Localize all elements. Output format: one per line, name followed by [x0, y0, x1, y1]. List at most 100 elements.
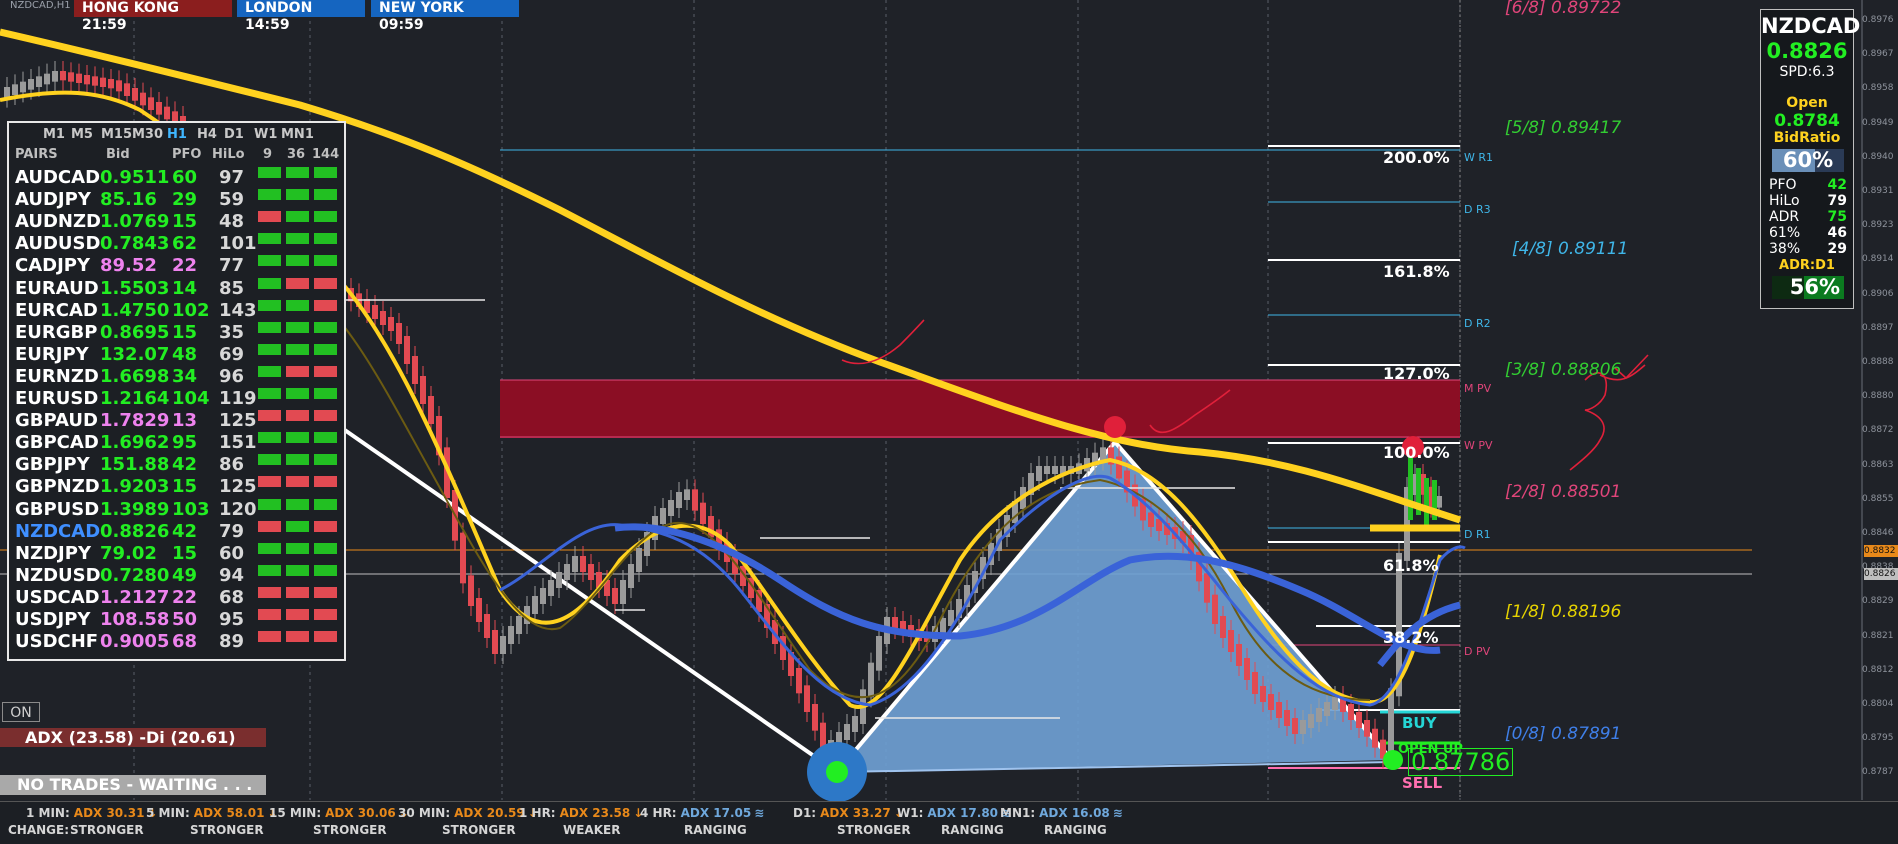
- symbol-title: NZDCAD,H1: [10, 0, 71, 11]
- timeframe-d1[interactable]: D1: [224, 127, 244, 142]
- adx-trend-icon: ≋: [754, 806, 765, 820]
- timeframe-m5[interactable]: M5: [71, 127, 93, 142]
- pair-bid: 0.7280: [100, 564, 170, 586]
- pair-row[interactable]: EURGBP 0.8695 15 35: [9, 321, 344, 344]
- adx-timeframe-item: 5 MIN: ADX 58.01 ↓: [146, 806, 277, 820]
- price-axis-label: 0.8829: [1862, 596, 1894, 607]
- pair-hilo: 125: [219, 476, 257, 498]
- pair-row[interactable]: AUDUSD 0.7843 62 101: [9, 233, 344, 255]
- pair-row[interactable]: AUDNZD 1.0769 15 48: [9, 211, 344, 233]
- info-open-value: 0.8784: [1774, 111, 1840, 131]
- pair-hilo: 89: [219, 631, 245, 653]
- price-axis-label: 0.8855: [1862, 493, 1894, 504]
- pair-row[interactable]: EURNZD 1.6698 34 96: [9, 365, 344, 388]
- price-axis-label: 0.8940: [1862, 151, 1894, 162]
- pair-row[interactable]: GBPAUD 1.7829 13 125: [9, 410, 344, 432]
- trend-bar: [314, 520, 337, 532]
- pivot-label: D PV: [1464, 645, 1491, 658]
- adx-change: STRONGER: [837, 823, 911, 837]
- fib-level: 200.0%: [1383, 148, 1450, 167]
- trend-bar: [314, 388, 337, 399]
- price-marker: 0.8826: [1864, 568, 1898, 580]
- trend-bar: [258, 299, 281, 311]
- pair-pfo: 95: [172, 432, 198, 454]
- pair-bid: 1.6698: [100, 365, 170, 387]
- trend-bar: [314, 189, 337, 201]
- timeframe-h1[interactable]: H1: [167, 127, 187, 142]
- pair-hilo: 59: [219, 189, 245, 211]
- pair-row[interactable]: EURCAD 1.4750 102 143: [9, 299, 344, 322]
- murray-level: [4/8] 0.89111: [1512, 239, 1629, 259]
- pair-bid: 0.9005: [100, 631, 170, 653]
- on-toggle-button[interactable]: ON: [2, 702, 40, 722]
- info-stat-row: HiLo 79: [1769, 193, 1847, 209]
- adx-tf-label: 1 MIN:: [26, 806, 70, 820]
- clock-2: NEW YORK 09:59: [371, 0, 519, 33]
- header-2: PFO: [172, 147, 202, 162]
- price-axis-label: 0.8812: [1862, 664, 1894, 675]
- pair-row[interactable]: NZDUSD 0.7280 49 94: [9, 564, 344, 587]
- info-bidratio-label: BidRatio: [1773, 130, 1841, 146]
- fib-level: 100.0%: [1383, 443, 1450, 462]
- pair-name: AUDJPY: [15, 189, 91, 211]
- timeframe-m15[interactable]: M15: [101, 127, 132, 142]
- info-spread: SPD:6.3: [1779, 64, 1835, 80]
- entry-price-label: 0.87786: [1408, 748, 1514, 776]
- pair-name: GBPJPY: [15, 454, 90, 476]
- pair-row[interactable]: GBPNZD 1.9203 15 125: [9, 476, 344, 498]
- pair-row[interactable]: NZDCAD 0.8826 42 79: [9, 520, 344, 543]
- trend-bar: [258, 454, 281, 466]
- pair-name: EURAUD: [15, 277, 99, 299]
- pair-row[interactable]: GBPJPY 151.88 42 86: [9, 454, 344, 476]
- trend-bar: [258, 255, 281, 267]
- murray-level: [0/8] 0.87891: [1505, 724, 1622, 744]
- trend-bar: [286, 365, 309, 377]
- pair-row[interactable]: EURJPY 132.07 48 69: [9, 343, 344, 366]
- pair-name: AUDNZD: [15, 211, 101, 233]
- info-stat-label: ADR: [1769, 209, 1800, 225]
- pair-bid: 0.8826: [100, 520, 170, 542]
- clock-0: HONG KONG 21:59: [74, 0, 232, 33]
- trend-bar: [286, 211, 309, 223]
- trend-bar: [314, 167, 337, 178]
- trend-bar: [314, 564, 337, 576]
- pair-row[interactable]: CADJPY 89.52 22 77: [9, 255, 344, 277]
- pair-pfo: 60: [172, 167, 198, 188]
- pair-pfo: 22: [172, 255, 198, 277]
- pair-name: CADJPY: [15, 255, 91, 277]
- pair-row[interactable]: EURAUD 1.5503 14 85: [9, 277, 344, 300]
- trend-bar: [314, 321, 337, 333]
- timeframe-mn1[interactable]: MN1: [281, 127, 314, 142]
- bidratio-gauge: 60%: [1772, 149, 1844, 172]
- pair-row[interactable]: NZDJPY 79.02 15 60: [9, 542, 344, 565]
- pair-name: NZDUSD: [15, 564, 101, 586]
- pair-row[interactable]: GBPCAD 1.6962 95 151: [9, 432, 344, 454]
- trend-bar: [258, 277, 281, 289]
- murray-level: [5/8] 0.89417: [1505, 118, 1622, 138]
- pair-row[interactable]: AUDJPY 85.16 29 59: [9, 189, 344, 211]
- pair-row[interactable]: EURUSD 1.2164 104 119: [9, 388, 344, 410]
- timeframe-h4[interactable]: H4: [197, 127, 217, 142]
- adx-value: ADX 33.27: [820, 806, 891, 820]
- pair-row[interactable]: USDJPY 108.58 50 95: [9, 609, 344, 631]
- price-axis-label: 0.8923: [1862, 220, 1894, 231]
- timeframe-w1[interactable]: W1: [254, 127, 277, 142]
- pair-name: AUDCAD: [15, 167, 101, 188]
- info-open-label: Open: [1786, 95, 1828, 111]
- header-3: HiLo: [212, 147, 245, 162]
- trend-bar: [286, 520, 309, 532]
- adx-change: WEAKER: [563, 823, 621, 837]
- pair-row[interactable]: USDCHF 0.9005 68 89: [9, 631, 344, 653]
- pair-hilo: 94: [219, 564, 245, 586]
- trend-bar: [286, 388, 309, 399]
- pair-pfo: 42: [172, 520, 198, 542]
- timeframe-m1[interactable]: M1: [43, 127, 65, 142]
- pair-row[interactable]: GBPUSD 1.3989 103 120: [9, 498, 344, 521]
- adx-timeframe-item: W1: ADX 17.80 ≋: [897, 806, 1011, 820]
- adx-timeframe-item: D1: ADX 33.27 ↓: [793, 806, 904, 820]
- trend-bar: [258, 520, 281, 532]
- pair-row[interactable]: USDCAD 1.2127 22 68: [9, 586, 344, 609]
- pair-row[interactable]: AUDCAD 0.9511 60 97: [9, 167, 344, 189]
- info-symbol: NZDCAD: [1761, 14, 1861, 38]
- timeframe-m30[interactable]: M30: [132, 127, 163, 142]
